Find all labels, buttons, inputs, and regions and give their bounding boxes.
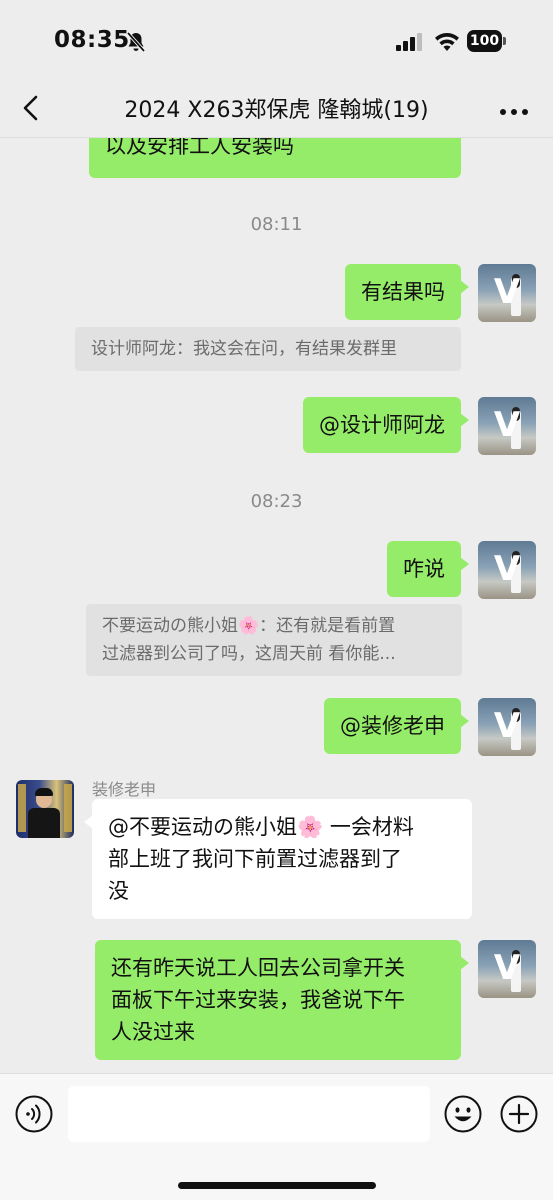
emoji-icon[interactable] (443, 1094, 483, 1134)
status-time: 08:35 (54, 27, 130, 53)
avatar-decoration (18, 784, 26, 832)
quote-reference[interactable]: 不要运动の熊小姐🌸：还有就是看前置 过滤器到公司了吗，这周天前 看你能... (86, 604, 462, 676)
avatar-letter: V (493, 549, 521, 589)
timestamp: 08:23 (250, 491, 303, 512)
home-indicator (178, 1182, 376, 1189)
wifi-icon (434, 31, 460, 52)
avatar-letter: V (493, 405, 521, 445)
avatar-letter: V (493, 706, 521, 746)
sender-name: 装修老申 (92, 780, 157, 799)
avatar[interactable]: V (478, 541, 536, 599)
message-text-line: 没 (108, 879, 129, 903)
message-bubble-sent[interactable]: @设计师阿龙 (303, 397, 469, 453)
chat-header: 2024 X263郑保虎 隆翰城(19) (0, 80, 553, 138)
avatar[interactable]: V (478, 698, 536, 756)
message-bubble-sent[interactable]: 有结果吗 (345, 264, 469, 320)
avatar-figure (28, 808, 60, 838)
quote-text-line: 过滤器到公司了吗，这周天前 看你能... (102, 644, 396, 664)
message-text-line: @不要运动の熊小姐🌸 一会材料 (108, 815, 414, 839)
battery-level: 100 (467, 30, 502, 52)
avatar-letter: V (493, 948, 521, 988)
message-bubble-received[interactable]: @不要运动の熊小姐🌸 一会材料 部上班了我问下前置过滤器到了 没 (84, 799, 472, 919)
message-input[interactable] (68, 1086, 430, 1142)
sender-avatar[interactable] (16, 780, 74, 838)
message-text-line: 人没过来 (111, 1020, 195, 1044)
quote-text-line: 不要运动の熊小姐🌸：还有就是看前置 (102, 616, 396, 636)
chat-title: 2024 X263郑保虎 隆翰城(19) (124, 98, 429, 123)
avatar-decoration (64, 784, 72, 832)
input-bar (0, 1073, 553, 1200)
message-text: 有结果吗 (361, 280, 445, 304)
message-text-line: 面板下午过来安装，我爸说下午 (111, 988, 405, 1012)
message-bubble-sent[interactable]: @装修老申 (324, 698, 469, 754)
battery-tip (503, 37, 506, 45)
more-icon[interactable] (498, 102, 530, 115)
avatar-letter: V (493, 272, 521, 312)
voice-icon[interactable] (14, 1094, 54, 1134)
message-text: @装修老申 (340, 714, 445, 738)
quote-text: 设计师阿龙：我这会在问，有结果发群里 (91, 339, 397, 359)
message-bubble-sent[interactable]: 咋说 (387, 541, 469, 597)
bell-slash-icon (124, 30, 148, 54)
avatar[interactable]: V (478, 940, 536, 998)
message-text-line: 还有昨天说工人回去公司拿开关 (111, 956, 405, 980)
battery-indicator: 100 (467, 30, 507, 52)
status-bar: 08:35 100 (0, 0, 553, 80)
avatar[interactable]: V (478, 397, 536, 455)
quote-reference[interactable]: 设计师阿龙：我这会在问，有结果发群里 (75, 327, 461, 371)
timestamp: 08:11 (250, 214, 303, 235)
message-text: @设计师阿龙 (319, 413, 445, 437)
message-text: 以及安排工人安装吗 (105, 138, 294, 158)
avatar-hair (35, 788, 53, 796)
message-list[interactable]: 以及安排工人安装吗 08:11 有结果吗 V 设计师阿龙：我这会在问，有结果发群… (0, 138, 553, 1073)
message-text: 咋说 (403, 557, 445, 581)
avatar[interactable]: V (478, 264, 536, 322)
plus-icon[interactable] (499, 1094, 539, 1134)
message-text-line: 部上班了我问下前置过滤器到了 (108, 847, 402, 871)
back-icon[interactable] (18, 94, 44, 122)
signal-icon (396, 33, 424, 51)
message-bubble-sent[interactable]: 以及安排工人安装吗 (89, 138, 461, 178)
message-bubble-sent[interactable]: 还有昨天说工人回去公司拿开关 面板下午过来安装，我爸说下午 人没过来 (95, 940, 469, 1060)
